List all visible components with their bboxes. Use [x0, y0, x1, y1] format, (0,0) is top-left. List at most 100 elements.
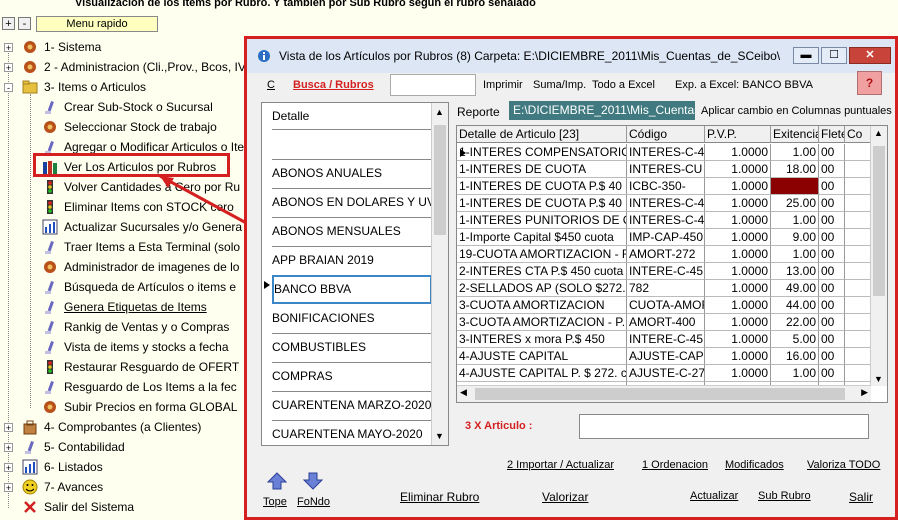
grid-cell[interactable] [845, 178, 871, 195]
grid-cell[interactable]: 00 [819, 314, 845, 331]
grid-cell[interactable]: 1.0000 [705, 263, 771, 280]
grid-cell[interactable]: 1-INTERES DE CUOTA P.$ 40 [457, 195, 627, 212]
rubro-list-item[interactable]: COMPRAS [272, 362, 432, 392]
grid-cell[interactable]: 4-AJUSTE CAPITAL P. $ 272. c [457, 365, 627, 382]
rubro-list-item[interactable]: CUARENTENA MAYO-2020 [272, 420, 432, 445]
grid-cell[interactable]: 00 [819, 246, 845, 263]
arrow-up-icon[interactable] [267, 472, 287, 490]
rubro-list-item[interactable]: COMBUSTIBLES [272, 333, 432, 363]
grid-cell[interactable]: 1.0000 [705, 246, 771, 263]
grid-cell[interactable] [845, 280, 871, 297]
grid-cell[interactable]: 00 [819, 263, 845, 280]
grid-cell[interactable]: INTERES-C-40 [627, 144, 705, 161]
grid-cell[interactable]: 1.00 [771, 246, 819, 263]
grid-cell[interactable]: 00 [819, 280, 845, 297]
grid-cell[interactable]: 18.00 [771, 161, 819, 178]
rubro-list-item[interactable] [272, 130, 432, 160]
rubro-list-scrollbar[interactable]: ▲ ▼ [431, 103, 448, 445]
scroll-right-icon[interactable]: ▶ [861, 387, 868, 398]
grid-cell[interactable]: INTERES-CU [627, 161, 705, 178]
grid-cell[interactable]: 4-AJUSTE CAPITAL [457, 348, 627, 365]
grid-header-codigo[interactable]: Código [627, 126, 705, 143]
scroll-up-icon[interactable]: ▲ [435, 107, 444, 117]
grid-cell[interactable]: 00 [819, 331, 845, 348]
rubro-list-item[interactable]: CUARENTENA MARZO-2020 [272, 391, 432, 421]
grid-cell[interactable]: 1.0000 [705, 178, 771, 195]
rubro-list-item[interactable]: ABONOS MENSUALES [272, 217, 432, 247]
grid-cell[interactable] [845, 161, 871, 178]
grid-cell[interactable]: 1.0000 [705, 212, 771, 229]
grid-cell[interactable]: 1-INTERES COMPENSATORIO [457, 144, 627, 161]
grid-cell[interactable]: INTERES-C-4 [627, 195, 705, 212]
grid-cell[interactable]: 1.00 [771, 365, 819, 382]
rubro-list-item[interactable]: BANCO BBVA [272, 275, 432, 304]
grid-cell[interactable]: 1.0000 [705, 144, 771, 161]
exp-a-excel-button[interactable]: Exp. a Excel: BANCO BBVA [675, 79, 813, 91]
grid-horizontal-scrollbar[interactable]: ◀ ▶ [457, 385, 871, 402]
grid-cell[interactable]: 3-CUOTA AMORTIZACION [457, 297, 627, 314]
grid-cell[interactable]: 1-INTERES PUNITORIOS DE C [457, 212, 627, 229]
grid-header-pvp[interactable]: P.V.P. [705, 126, 771, 143]
grid-cell[interactable]: 1.0000 [705, 161, 771, 178]
valoriza-todo-button[interactable]: Valoriza TODO [807, 459, 880, 471]
grid-cell[interactable]: 1-Importe Capital $450 cuota [457, 229, 627, 246]
grid-cell[interactable]: 9.00 [771, 229, 819, 246]
grid-cell[interactable] [845, 229, 871, 246]
grid-cell[interactable]: 1.0000 [705, 229, 771, 246]
tope-button[interactable]: Tope [263, 496, 287, 508]
grid-cell[interactable]: 00 [819, 297, 845, 314]
grid-cell[interactable]: 00 [819, 229, 845, 246]
grid-cell[interactable]: 1.0000 [705, 314, 771, 331]
grid-cell[interactable]: INTERE-C-45 [627, 331, 705, 348]
grid-cell[interactable]: 00 [819, 144, 845, 161]
grid-cell[interactable]: ICBC-350- [627, 178, 705, 195]
rubro-list-item[interactable]: ABONOS EN DOLARES Y UV [272, 188, 432, 218]
grid-header-co[interactable]: Co [845, 126, 871, 143]
grid-cell[interactable]: 13.00 [771, 263, 819, 280]
grid-cell[interactable]: 49.00 [771, 280, 819, 297]
grid-cell[interactable]: 00 [819, 365, 845, 382]
arrow-down-icon[interactable] [303, 472, 323, 490]
grid-cell[interactable]: 00 [819, 178, 845, 195]
imprimir-button[interactable]: Imprimir [483, 79, 523, 91]
scroll-up-icon[interactable]: ▲ [874, 128, 883, 138]
grid-header-existencia[interactable]: Exitencia [771, 126, 819, 143]
grid-cell[interactable] [845, 365, 871, 382]
grid-cell[interactable]: 2-INTERES CTA P.$ 450 cuota [457, 263, 627, 280]
eliminar-rubro-button[interactable]: Eliminar Rubro [400, 490, 479, 504]
grid-cell[interactable] [845, 195, 871, 212]
rubro-list-item[interactable]: ABONOS ANUALES [272, 159, 432, 189]
grid-cell[interactable]: 5.00 [771, 331, 819, 348]
grid-cell[interactable]: 00 [819, 161, 845, 178]
sub-rubro-button[interactable]: Sub Rubro [758, 490, 811, 502]
close-button[interactable]: ✕ [849, 47, 891, 64]
scroll-thumb[interactable] [475, 388, 845, 400]
grid-cell[interactable] [845, 144, 871, 161]
help-button[interactable]: ? [857, 71, 882, 95]
grid-cell[interactable]: 1.00 [771, 212, 819, 229]
grid-cell[interactable]: 1-INTERES DE CUOTA [457, 161, 627, 178]
importar-actualizar-button[interactable]: 2 Importar / Actualizar [507, 459, 614, 471]
minimize-button[interactable]: ▬ [793, 47, 819, 64]
rubro-list-item[interactable]: APP BRAIAN 2019 [272, 246, 432, 276]
grid-cell[interactable]: 1.0000 [705, 280, 771, 297]
suma-imp-button[interactable]: Suma/Imp. [533, 79, 586, 91]
grid-cell[interactable] [845, 331, 871, 348]
grid-cell[interactable]: 1.0000 [705, 331, 771, 348]
scroll-thumb[interactable] [434, 125, 446, 235]
grid-cell[interactable]: 00 [819, 348, 845, 365]
grid-header-detalle[interactable]: Detalle de Articulo [23] [457, 126, 627, 143]
grid-cell[interactable]: 19-CUOTA AMORTIZACION - R [457, 246, 627, 263]
fondo-button[interactable]: FoNdo [297, 496, 330, 508]
modificados-button[interactable]: Modificados [725, 459, 784, 471]
grid-cell[interactable]: 1.00 [771, 144, 819, 161]
grid-cell[interactable]: IMP-CAP-450 [627, 229, 705, 246]
grid-cell[interactable] [845, 212, 871, 229]
grid-cell[interactable] [845, 246, 871, 263]
grid-cell[interactable]: INTERE-C-45 [627, 263, 705, 280]
maximize-button[interactable]: ☐ [821, 47, 847, 64]
grid-cell[interactable]: 22.00 [771, 314, 819, 331]
grid-cell[interactable]: 44.00 [771, 297, 819, 314]
valorizar-button[interactable]: Valorizar [542, 490, 588, 504]
grid-cell[interactable]: 16.00 [771, 348, 819, 365]
